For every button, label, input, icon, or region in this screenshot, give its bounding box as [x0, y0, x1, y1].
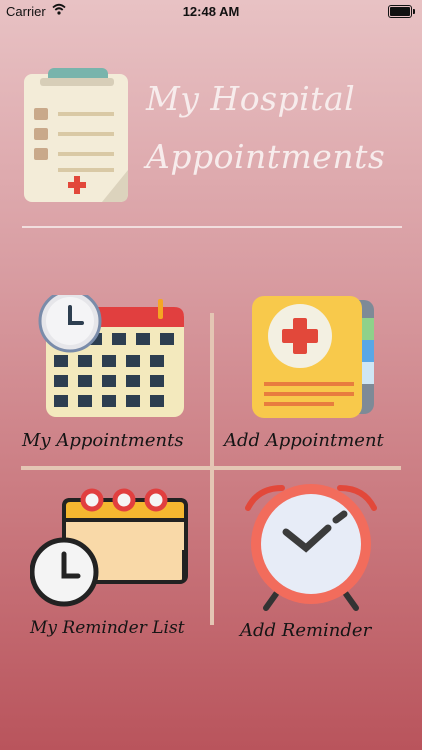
- grid-horizontal-divider: [21, 466, 401, 470]
- page-title-line2: Appointments: [146, 137, 386, 176]
- status-time: 12:48 AM: [182, 4, 240, 19]
- add-reminder-label: Add Reminder: [240, 620, 372, 641]
- add-reminder-button[interactable]: Add Reminder: [216, 478, 406, 648]
- my-appointments-button[interactable]: My Appointments: [20, 290, 208, 460]
- my-appointments-label: My Appointments: [22, 430, 184, 451]
- medical-folder-icon: [252, 296, 374, 418]
- header-divider: [22, 226, 402, 228]
- add-appointment-button[interactable]: Add Appointment: [216, 290, 406, 460]
- calendar-reminder-icon: [30, 488, 188, 607]
- page-title-line1: My Hospital: [146, 79, 356, 118]
- page-title: My Hospital Appointments: [146, 70, 416, 186]
- battery-icon: [388, 5, 415, 18]
- my-reminder-list-label: My Reminder List: [30, 618, 185, 638]
- add-appointment-label: Add Appointment: [224, 430, 384, 451]
- status-bar: Carrier 12:48 AM: [0, 0, 422, 22]
- my-reminder-list-button[interactable]: My Reminder List: [20, 478, 208, 648]
- calendar-clock-icon: [38, 295, 184, 417]
- clipboard-icon: [24, 68, 128, 202]
- alarm-clock-icon: [245, 484, 377, 611]
